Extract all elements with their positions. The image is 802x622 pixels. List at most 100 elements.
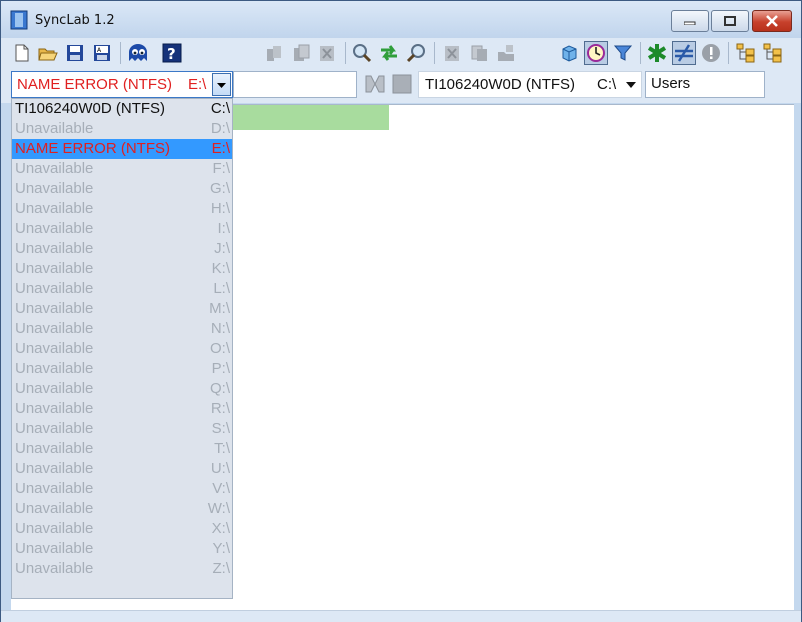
clock-icon [587, 44, 605, 62]
drive-list-item[interactable]: Unavailable O:\ [12, 339, 232, 359]
right-path-text: Users [651, 75, 691, 92]
drive-list-item-letter: Z:\ [212, 560, 231, 577]
maximize-button[interactable] [711, 10, 749, 32]
open-folder-button[interactable] [36, 41, 60, 65]
drive-list-item[interactable]: Unavailable W:\ [12, 499, 232, 519]
drive-list-item[interactable]: Unavailable N:\ [12, 319, 232, 339]
help-button[interactable]: ? [160, 41, 184, 65]
drive-list-item-letter: N:\ [210, 320, 230, 337]
tree-left-icon [736, 43, 755, 63]
new-file-button[interactable] [10, 41, 34, 65]
drive-list-item[interactable]: NAME ERROR (NTFS) E:\ [12, 139, 232, 159]
right-path-input[interactable]: Users [645, 71, 765, 98]
compare-icon [365, 75, 385, 93]
toolbar-separator [434, 42, 435, 64]
delete-icon [320, 46, 334, 61]
drive-list-item[interactable]: Unavailable D:\ [12, 119, 232, 139]
drive-list-item[interactable]: Unavailable S:\ [12, 419, 232, 439]
warning-button[interactable] [699, 41, 723, 65]
drive-list-item-label: Unavailable [15, 160, 94, 177]
drive-list-item[interactable]: Unavailable Y:\ [12, 539, 232, 559]
drive-list-item-letter: K:\ [211, 260, 230, 277]
drive-list-item-letter: I:\ [217, 220, 230, 237]
tree-right-button[interactable] [761, 41, 785, 65]
drive-list-item-letter: F:\ [212, 160, 231, 177]
search-button[interactable] [350, 41, 374, 65]
drive-list-item-letter: D:\ [210, 120, 230, 137]
stop-button[interactable] [390, 72, 414, 96]
drive-list-item[interactable]: Unavailable M:\ [12, 299, 232, 319]
drive-list-item[interactable]: Unavailable H:\ [12, 199, 232, 219]
drive-list-item-label: Unavailable [15, 200, 94, 217]
copy-left-button[interactable] [262, 41, 286, 65]
drive-list-item[interactable]: Unavailable Z:\ [12, 559, 232, 579]
drive-list-item-label: NAME ERROR (NTFS) [15, 140, 170, 157]
right-drive-label: TI106240W0D (NTFS) [425, 76, 576, 93]
drive-list-item[interactable]: Unavailable X:\ [12, 519, 232, 539]
open-folder-icon [38, 48, 58, 61]
drive-list-item-letter: W:\ [207, 500, 230, 517]
maximize-icon [724, 16, 736, 26]
drive-list-item[interactable]: Unavailable Q:\ [12, 379, 232, 399]
drive-list-item-label: Unavailable [15, 440, 94, 457]
drive-list-item-letter: Q:\ [209, 380, 230, 397]
drive-list-item-letter: E:\ [211, 140, 230, 157]
left-path-input[interactable] [233, 71, 357, 98]
minimize-button[interactable] [671, 10, 709, 32]
toolbar-separator [120, 42, 121, 64]
left-drive-dropdown-button[interactable] [212, 73, 231, 96]
copy-right-button[interactable] [467, 41, 491, 65]
drive-list-item[interactable]: Unavailable V:\ [12, 479, 232, 499]
toolbar-separator [345, 42, 346, 64]
drive-list-item-label: Unavailable [15, 180, 94, 197]
drive-list-item-label: Unavailable [15, 120, 94, 137]
asterisk-button[interactable] [645, 41, 669, 65]
right-drive-select[interactable]: TI106240W0D (NTFS) C:\ [418, 71, 642, 98]
drive-list-item[interactable]: Unavailable L:\ [12, 279, 232, 299]
drive-list-item-label: Unavailable [15, 500, 94, 517]
filter-button[interactable] [611, 41, 635, 65]
tree-left-button[interactable] [734, 41, 758, 65]
drive-list-item-label: TI106240W0D (NTFS) [15, 100, 166, 117]
time-compare-button[interactable] [584, 41, 608, 65]
drive-list-item-letter: U:\ [210, 460, 230, 477]
drive-list-item[interactable]: Unavailable T:\ [12, 439, 232, 459]
drive-list-item[interactable]: Unavailable F:\ [12, 159, 232, 179]
find-button[interactable] [404, 41, 428, 65]
sync-button[interactable] [377, 41, 401, 65]
find-icon [406, 44, 425, 63]
drive-dropdown-list: TI106240W0D (NTFS) C:\ Unavailable D:\ NAME … [11, 98, 233, 599]
not-equal-icon [675, 44, 693, 62]
copy-button[interactable] [289, 41, 313, 65]
chevron-down-icon[interactable] [626, 82, 636, 88]
delete-button[interactable] [315, 41, 339, 65]
drive-list-item[interactable]: Unavailable I:\ [12, 219, 232, 239]
save-icon [67, 45, 83, 61]
drive-list-item[interactable]: TI106240W0D (NTFS) C:\ [12, 99, 232, 119]
status-bar [1, 610, 801, 622]
ghost-button[interactable] [126, 41, 150, 65]
drive-list-item-label: Unavailable [15, 520, 94, 537]
search-icon [353, 44, 372, 63]
move-right-button[interactable] [494, 41, 518, 65]
drive-list-item[interactable]: Unavailable K:\ [12, 259, 232, 279]
cube-button[interactable] [557, 41, 581, 65]
close-button[interactable] [752, 10, 792, 32]
drive-list-item-label: Unavailable [15, 300, 94, 317]
drive-list-item[interactable]: Unavailable P:\ [12, 359, 232, 379]
left-drive-select[interactable]: NAME ERROR (NTFS) E:\ [11, 71, 233, 98]
compare-button[interactable] [363, 72, 387, 96]
delete-left-button[interactable] [440, 41, 464, 65]
drive-list-item-label: Unavailable [15, 360, 94, 377]
move-right-icon [498, 45, 514, 61]
save-button[interactable] [63, 41, 87, 65]
copy-left-icon [267, 46, 281, 61]
drive-list-item[interactable]: Unavailable R:\ [12, 399, 232, 419]
drive-list-item[interactable]: Unavailable J:\ [12, 239, 232, 259]
save-as-button[interactable]: A [90, 41, 114, 65]
drive-list-item[interactable]: Unavailable U:\ [12, 459, 232, 479]
asterisk-icon [647, 44, 667, 62]
not-equal-button[interactable] [672, 41, 696, 65]
drive-list-item-label: Unavailable [15, 260, 94, 277]
drive-list-item[interactable]: Unavailable G:\ [12, 179, 232, 199]
